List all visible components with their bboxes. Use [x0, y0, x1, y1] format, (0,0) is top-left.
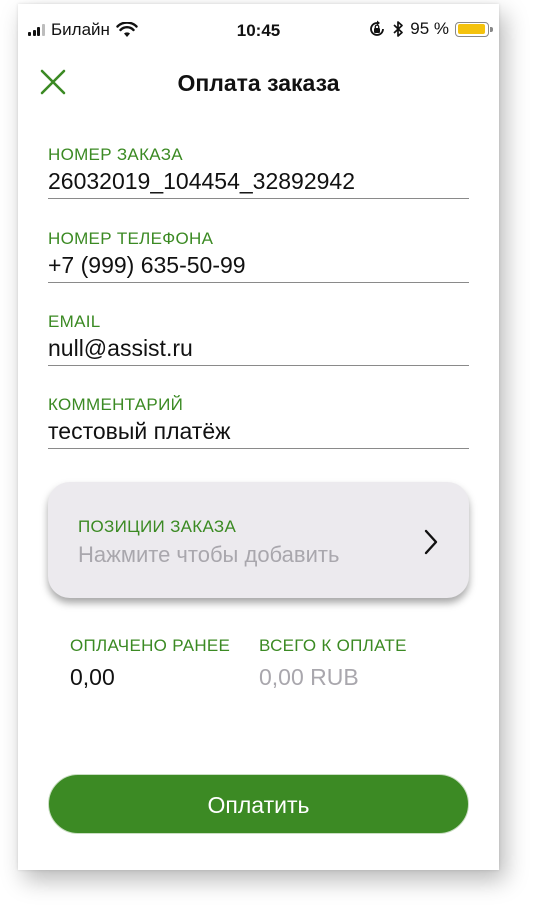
- battery-icon: [455, 21, 493, 37]
- order-positions-hint: Нажмите чтобы добавить: [78, 542, 340, 567]
- order-number-input[interactable]: 26032019_104454_32892942: [48, 166, 469, 198]
- comment-field[interactable]: КОММЕНТАРИЙ тестовый платёж: [48, 394, 469, 449]
- paid-earlier-value: 0,00: [70, 664, 115, 690]
- total-due-block: ВСЕГО К ОПЛАТЕ 0,00 RUB: [259, 636, 407, 691]
- header: Оплата заказа: [18, 56, 499, 108]
- rotation-lock-icon: [370, 20, 385, 36]
- status-right: 95 %: [368, 19, 493, 39]
- order-positions-card[interactable]: ПОЗИЦИИ ЗАКАЗА Нажмите чтобы добавить: [48, 482, 469, 598]
- paid-earlier-block: ОПЛАЧЕНО РАНЕЕ 0,00: [70, 636, 230, 691]
- battery-percent: 95 %: [410, 19, 449, 38]
- comment-label: КОММЕНТАРИЙ: [48, 395, 184, 414]
- phone-field[interactable]: НОМЕР ТЕЛЕФОНА +7 (999) 635-50-99: [48, 228, 469, 283]
- comment-input[interactable]: тестовый платёж: [48, 416, 469, 448]
- page-title: Оплата заказа: [177, 70, 340, 96]
- order-positions-label: ПОЗИЦИИ ЗАКАЗА: [78, 517, 237, 536]
- order-number-field[interactable]: НОМЕР ЗАКАЗА 26032019_104454_32892942: [48, 144, 469, 199]
- email-input[interactable]: null@assist.ru: [48, 333, 469, 365]
- phone-label: НОМЕР ТЕЛЕФОНА: [48, 229, 214, 248]
- paid-earlier-label: ОПЛАЧЕНО РАНЕЕ: [70, 636, 231, 655]
- pay-button[interactable]: Оплатить: [48, 774, 469, 834]
- total-due-value: 0,00 RUB: [259, 664, 359, 690]
- status-bar: Билайн 10:45 95 %: [18, 4, 499, 44]
- bluetooth-icon: [393, 21, 404, 37]
- email-label: EMAIL: [48, 312, 101, 331]
- order-number-label: НОМЕР ЗАКАЗА: [48, 145, 183, 164]
- phone-input[interactable]: +7 (999) 635-50-99: [48, 250, 469, 282]
- phone-screen: Билайн 10:45 95 % Оплата заказа НОМЕР ЗА…: [18, 4, 499, 870]
- total-due-label: ВСЕГО К ОПЛАТЕ: [259, 636, 407, 655]
- chevron-right-icon: [424, 529, 438, 555]
- email-field[interactable]: EMAIL null@assist.ru: [48, 311, 469, 366]
